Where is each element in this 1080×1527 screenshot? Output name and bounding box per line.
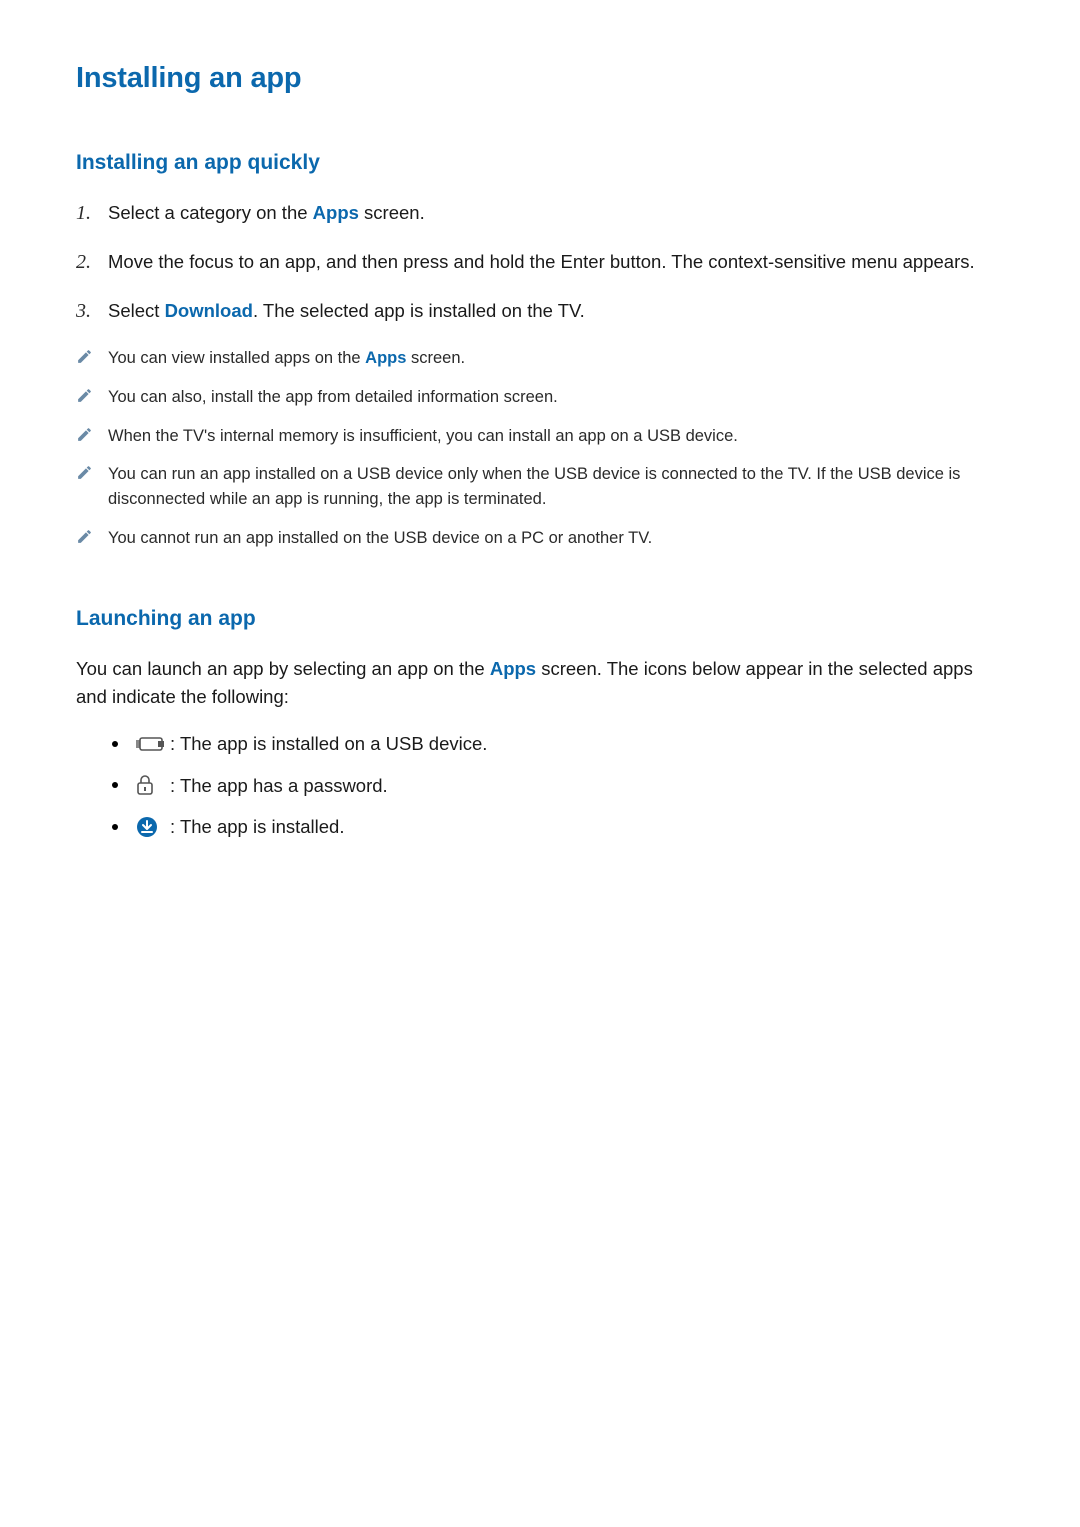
section-heading: Launching an app bbox=[76, 607, 1004, 631]
usb-device-icon bbox=[136, 736, 170, 752]
text-run: screen. bbox=[406, 349, 465, 367]
pencil-icon bbox=[76, 424, 108, 443]
step-text: Select a category on the Apps screen. bbox=[108, 199, 425, 228]
icon-list-item: : The app has a password. bbox=[112, 772, 1004, 800]
icon-description: : The app has a password. bbox=[170, 772, 388, 800]
step-item: 3. Select Download. The selected app is … bbox=[76, 297, 1004, 326]
step-item: 1. Select a category on the Apps screen. bbox=[76, 199, 1004, 228]
section-heading: Installing an app quickly bbox=[76, 151, 1004, 175]
intro-paragraph: You can launch an app by selecting an ap… bbox=[76, 655, 1004, 712]
note-item: You can run an app installed on a USB de… bbox=[76, 462, 1004, 512]
pencil-icon bbox=[76, 385, 108, 404]
note-text: You cannot run an app installed on the U… bbox=[108, 526, 652, 551]
pencil-icon bbox=[76, 462, 108, 481]
text-run: You can launch an app by selecting an ap… bbox=[76, 658, 490, 679]
icon-list-item: : The app is installed on a USB device. bbox=[112, 730, 1004, 758]
note-text: When the TV's internal memory is insuffi… bbox=[108, 424, 738, 449]
icon-list: : The app is installed on a USB device. … bbox=[76, 730, 1004, 841]
installed-download-icon bbox=[136, 816, 170, 838]
bullet-dot-icon bbox=[112, 741, 118, 747]
note-text: You can run an app installed on a USB de… bbox=[108, 462, 1004, 512]
text-run: . The selected app is installed on the T… bbox=[253, 300, 585, 321]
note-item: You can also, install the app from detai… bbox=[76, 385, 1004, 410]
note-item: You can view installed apps on the Apps … bbox=[76, 346, 1004, 371]
section-install-quickly: Installing an app quickly 1. Select a ca… bbox=[76, 151, 1004, 551]
page-title: Installing an app bbox=[76, 62, 1004, 95]
text-run: Select a category on the bbox=[108, 202, 313, 223]
bullet-dot-icon bbox=[112, 782, 118, 788]
download-link[interactable]: Download bbox=[165, 300, 253, 321]
numbered-steps: 1. Select a category on the Apps screen.… bbox=[76, 199, 1004, 326]
notes-list: You can view installed apps on the Apps … bbox=[76, 346, 1004, 551]
text-run: Select bbox=[108, 300, 165, 321]
apps-link[interactable]: Apps bbox=[490, 658, 536, 679]
step-number: 1. bbox=[76, 199, 108, 228]
bullet-dot-icon bbox=[112, 824, 118, 830]
apps-link[interactable]: Apps bbox=[365, 349, 406, 367]
step-text: Select Download. The selected app is ins… bbox=[108, 297, 585, 326]
step-number: 2. bbox=[76, 248, 108, 277]
pencil-icon bbox=[76, 526, 108, 545]
note-item: You cannot run an app installed on the U… bbox=[76, 526, 1004, 551]
icon-list-item: : The app is installed. bbox=[112, 813, 1004, 841]
section-launching: Launching an app You can launch an app b… bbox=[76, 607, 1004, 842]
note-text: You can also, install the app from detai… bbox=[108, 385, 558, 410]
note-text: You can view installed apps on the Apps … bbox=[108, 346, 465, 371]
note-item: When the TV's internal memory is insuffi… bbox=[76, 424, 1004, 449]
manual-page: Installing an app Installing an app quic… bbox=[0, 0, 1080, 895]
text-run: screen. bbox=[359, 202, 425, 223]
text-run: You can view installed apps on the bbox=[108, 349, 365, 367]
pencil-icon bbox=[76, 346, 108, 365]
step-number: 3. bbox=[76, 297, 108, 326]
lock-icon bbox=[136, 775, 170, 795]
step-item: 2. Move the focus to an app, and then pr… bbox=[76, 248, 1004, 277]
apps-link[interactable]: Apps bbox=[313, 202, 359, 223]
icon-description: : The app is installed on a USB device. bbox=[170, 730, 487, 758]
step-text: Move the focus to an app, and then press… bbox=[108, 248, 975, 277]
icon-description: : The app is installed. bbox=[170, 813, 345, 841]
